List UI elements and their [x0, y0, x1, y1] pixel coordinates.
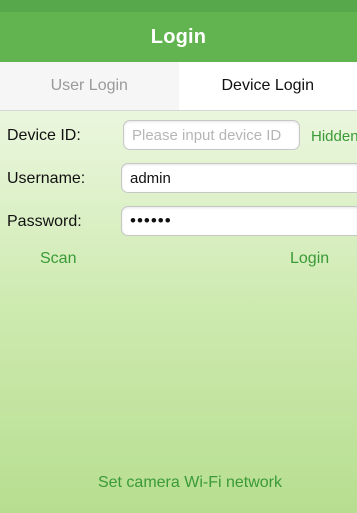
username-label: Username: [7, 170, 86, 187]
login-screen: Login User Login Device Login Device ID:… [0, 0, 357, 513]
device-id-label: Device ID: [7, 127, 81, 144]
form-actions: Scan Login [0, 247, 357, 271]
device-id-input[interactable] [123, 120, 300, 150]
password-label: Password: [7, 213, 82, 230]
tab-user-login[interactable]: User Login [0, 62, 179, 110]
set-camera-wifi-link[interactable]: Set camera Wi-Fi network [0, 474, 357, 492]
login-tabs: User Login Device Login [0, 62, 357, 111]
status-bar [0, 0, 357, 12]
tab-device-login[interactable]: Device Login [178, 62, 357, 110]
device-id-row: Device ID: Hidden [0, 120, 357, 152]
username-input[interactable] [121, 163, 357, 193]
page-title: Login [150, 25, 207, 48]
password-input[interactable] [121, 206, 357, 236]
hidden-link[interactable]: Hidden [311, 128, 357, 145]
password-row: Password: [0, 206, 357, 238]
login-button[interactable]: Login [290, 250, 329, 268]
scan-button[interactable]: Scan [40, 250, 76, 268]
username-row: Username: [0, 163, 357, 195]
navigation-bar: Login [0, 12, 357, 62]
